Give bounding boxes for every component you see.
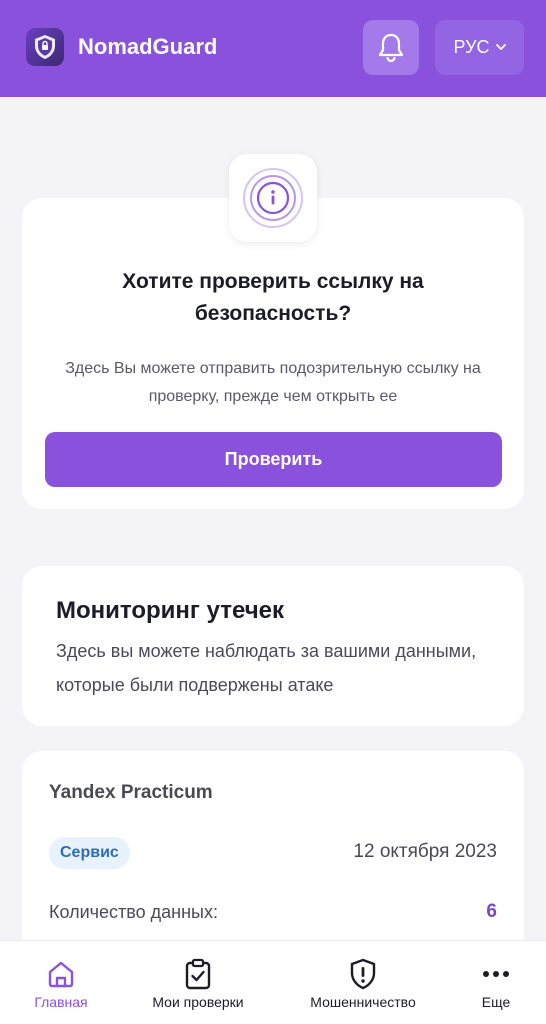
nav-item-home[interactable]: Главная [20,941,102,1024]
shield-logo-icon [35,35,55,59]
notifications-button[interactable] [363,20,419,75]
nav-item-more[interactable]: Еще [466,941,526,1024]
leak-count-label: Количество данных: [49,902,218,922]
nav-label-my-checks: Мои проверки [152,994,244,1010]
app-header: NomadGuard РУС [0,0,546,97]
clipboard-check-icon [185,958,211,990]
nav-item-fraud[interactable]: Мошенничество [300,941,426,1024]
language-label: РУС [453,37,490,57]
leak-monitoring-title: Мониторинг утечек [56,597,285,624]
nav-label-fraud: Мошенничество [310,994,416,1010]
nav-item-my-checks[interactable]: Мои проверки [140,941,256,1024]
language-selector[interactable]: РУС [435,20,524,75]
more-icon [483,971,509,977]
bell-icon [378,33,404,62]
link-check-description: Здесь Вы можете отправить подозрительную… [65,360,481,405]
leak-date: 12 октября 2023 [353,841,497,862]
nav-label-home: Главная [34,994,88,1010]
info-icon [243,168,303,228]
nav-label-more: Еще [481,994,511,1010]
info-badge [229,154,317,242]
link-check-title: Хотите проверить ссылку на безопасность? [122,270,424,325]
leak-service-name: Yandex Practicum [49,782,213,803]
shield-alert-icon [350,958,376,990]
app-logo [26,28,64,66]
home-icon [48,961,74,988]
bottom-navigation: Главная Мои проверки Мошенничество Еще [0,940,546,1024]
leak-count-value: 6 [486,901,497,922]
leak-monitoring-description: Здесь вы можете наблюдать за вашими данн… [56,641,477,695]
chevron-down-icon [495,44,506,50]
leak-type-badge: Сервис [49,837,130,869]
app-title: NomadGuard [78,34,218,59]
check-link-button[interactable]: Проверить [45,432,502,487]
